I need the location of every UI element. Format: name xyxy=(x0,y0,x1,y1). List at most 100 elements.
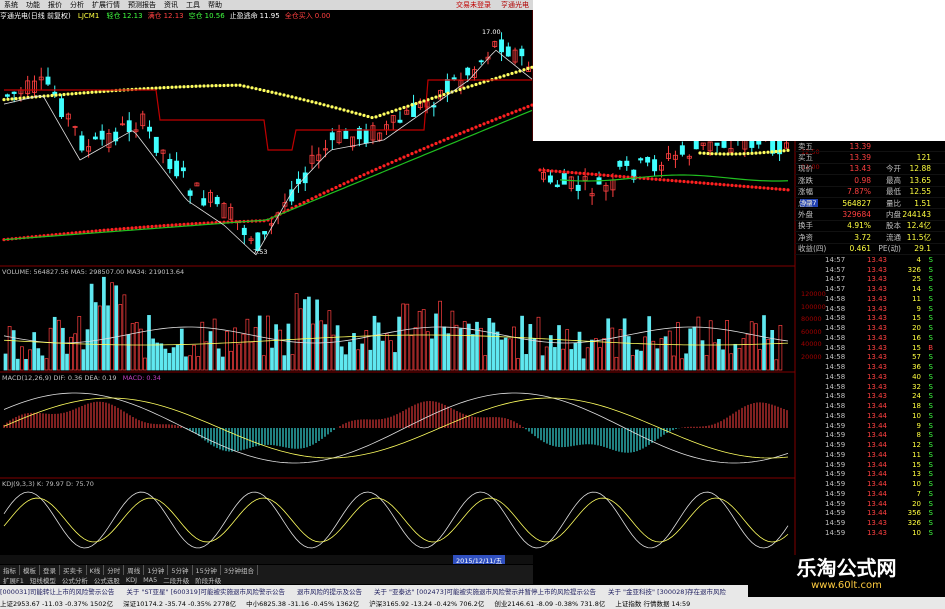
status-bar: 上证2953.67 -11.03 -0.37% 1502亿 深证10174.2 -… xyxy=(0,597,945,609)
tick-row[interactable]: 14:59 13.44 9 S xyxy=(795,421,945,431)
tick-row[interactable]: 14:58 13.43 20 S xyxy=(795,323,945,333)
tick-time: 14:58 xyxy=(825,402,846,411)
bottom-tab-2[interactable]: 二段升级 xyxy=(160,575,192,585)
tick-row[interactable]: 14:58 13.43 32 S xyxy=(795,382,945,392)
tick-row[interactable]: 14:58 13.43 24 S xyxy=(795,391,945,401)
tick-row[interactable]: 14:59 13.44 12 S xyxy=(795,440,945,450)
menu-item[interactable]: 扩展行情 xyxy=(88,0,124,10)
menu-item[interactable]: 功能 xyxy=(22,0,44,10)
red-dot-line xyxy=(318,193,322,197)
kdj-panel[interactable] xyxy=(3,491,789,549)
menu-right-item[interactable]: 交易未登录 xyxy=(452,0,497,10)
volume-bar xyxy=(778,324,783,371)
ticker-item[interactable]: 关于 "ST亚星" [600319]可能被实施退市风险警示公告 xyxy=(126,586,285,596)
tick-row[interactable]: 14:58 13.44 10 S xyxy=(795,411,945,421)
ticker-item[interactable]: 退市风险的提示及公告 xyxy=(297,586,362,596)
menu-item[interactable]: 资讯 xyxy=(160,0,182,10)
menu-item[interactable]: 预测报告 xyxy=(124,0,160,10)
yellow-dot-line-right xyxy=(750,151,754,155)
tick-row[interactable]: 14:59 13.44 8 S xyxy=(795,430,945,440)
tick-row[interactable]: 14:57 13.43 25 S xyxy=(795,274,945,284)
candle-body xyxy=(153,136,159,153)
bottom-tab-2[interactable]: MA5 xyxy=(140,576,160,584)
date-axis-bar: 2015/12/11/五 xyxy=(0,555,533,565)
ticker-item[interactable]: 关于 "金亚科技" [300028]存在退市风险 xyxy=(608,586,726,596)
tick-row[interactable]: 14:58 13.43 16 S xyxy=(795,333,945,343)
tick-row[interactable]: 14:58 13.44 18 S xyxy=(795,401,945,411)
bottom-tab[interactable]: K线 xyxy=(87,565,105,575)
bottom-tab[interactable]: 1分钟 xyxy=(144,565,169,575)
indicator-field-value: 12.13 xyxy=(122,12,143,20)
bottom-tab[interactable]: 模板 xyxy=(20,565,40,575)
bottom-tab-2[interactable]: 公式选股 xyxy=(91,575,123,585)
tick-row[interactable]: 14:59 13.44 13 S xyxy=(795,469,945,479)
tick-row[interactable]: 14:59 13.44 356 S xyxy=(795,508,945,518)
menu-item[interactable]: 报价 xyxy=(44,0,66,10)
tick-row[interactable]: 14:58 13.43 15 S xyxy=(795,313,945,323)
menu-item[interactable]: 系统 xyxy=(0,0,22,10)
bottom-tab[interactable]: 周线 xyxy=(124,565,145,575)
menu-item[interactable]: 帮助 xyxy=(204,0,226,10)
bottom-tab[interactable]: 买卖卡 xyxy=(60,565,87,575)
bottom-tab[interactable]: 指标 xyxy=(0,565,20,575)
yellow-dot-line xyxy=(226,83,230,87)
tick-row[interactable]: 14:58 13.43 40 S xyxy=(795,372,945,382)
ticker-item[interactable]: [000031]司能转让上市的风险警示公告 xyxy=(0,586,114,596)
candle-body xyxy=(214,196,220,205)
tick-row[interactable]: 14:57 13.43 326 S xyxy=(795,265,945,275)
bottom-tab[interactable]: 分时 xyxy=(104,565,125,575)
tick-row[interactable]: 14:59 13.44 7 S xyxy=(795,489,945,499)
yellow-dot-line xyxy=(310,100,314,104)
bottom-tab[interactable]: 15分钟 xyxy=(193,565,221,575)
indicator-name[interactable]: LJCM1 xyxy=(78,12,99,20)
candle-body xyxy=(617,160,623,167)
red-dot-line xyxy=(110,228,114,232)
red-dot-line xyxy=(382,164,386,168)
tick-row[interactable]: 14:59 13.43 10 S xyxy=(795,528,945,538)
bottom-tab-2[interactable]: 短线模型 xyxy=(27,575,59,585)
red-dot-line-right xyxy=(786,188,790,192)
candle-body xyxy=(547,175,553,183)
tick-row[interactable]: 14:58 13.43 15 B xyxy=(795,343,945,353)
bottom-tab[interactable]: 登录 xyxy=(40,565,60,575)
tick-list[interactable]: 14:57 13.43 4 S 14:57 13.43 326 S 14:57 13.43 25 S 1… xyxy=(795,255,945,538)
yellow-dot-line xyxy=(394,108,398,112)
tick-row[interactable]: 14:57 13.43 14 S xyxy=(795,284,945,294)
bottom-tab[interactable]: 3分钟组合 xyxy=(221,565,258,575)
tick-row[interactable]: 14:59 13.44 15 S xyxy=(795,460,945,470)
tick-row[interactable]: 14:57 13.43 4 S xyxy=(795,255,945,265)
bottom-tab-2[interactable]: KDJ xyxy=(123,576,140,584)
volume-bar xyxy=(745,333,750,371)
volume-bar xyxy=(544,346,549,371)
tick-row[interactable]: 14:58 13.43 11 S xyxy=(795,294,945,304)
macd-params: MACD(12,26,9) DIF: 0.36 DEA: 0.19 xyxy=(2,374,117,382)
tick-row[interactable]: 14:58 13.43 9 S xyxy=(795,304,945,314)
menu-item[interactable]: 分析 xyxy=(66,0,88,10)
tick-row[interactable]: 14:58 13.43 57 S xyxy=(795,352,945,362)
red-dot-line xyxy=(330,187,334,191)
tick-row[interactable]: 14:58 13.43 36 S xyxy=(795,362,945,372)
red-dot-line xyxy=(466,128,470,132)
volume-bar xyxy=(434,313,438,371)
bottom-tab[interactable]: 5分钟 xyxy=(168,565,193,575)
tick-row[interactable]: 14:59 13.44 10 S xyxy=(795,479,945,489)
volume-bar xyxy=(65,353,69,371)
ticker-item[interactable]: 关于 "亚泰达" [002473]可能被实施退市风险警示并暂停上市的风险提示公告 xyxy=(374,586,596,596)
bottom-tab-2[interactable]: 公式分析 xyxy=(59,575,91,585)
menu-item[interactable]: 工具 xyxy=(182,0,204,10)
macd-panel[interactable] xyxy=(3,392,789,464)
tick-row[interactable]: 14:59 13.44 11 S xyxy=(795,450,945,460)
volume-panel[interactable] xyxy=(3,276,789,371)
red-dot-line xyxy=(134,226,138,230)
red-dot-line xyxy=(414,150,418,154)
yellow-dot-line-right xyxy=(766,150,770,154)
tick-row[interactable]: 14:59 13.43 326 S xyxy=(795,518,945,528)
stock-title[interactable]: 亨通光电(日线 前复权) xyxy=(0,12,71,20)
volume-bar xyxy=(659,338,664,371)
volume-bar xyxy=(261,355,266,371)
bottom-tab-2[interactable]: 阶段升级 xyxy=(192,575,224,585)
menu-right-item[interactable]: 亨通光电 xyxy=(497,0,533,10)
bottom-tab-2[interactable]: 扩展F1 xyxy=(0,575,27,585)
yellow-dot-line xyxy=(190,84,194,89)
tick-row[interactable]: 14:59 13.44 20 S xyxy=(795,499,945,509)
